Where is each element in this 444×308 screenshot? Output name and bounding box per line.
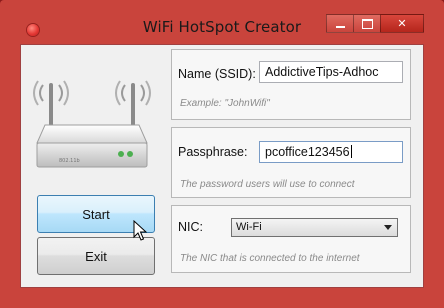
nic-group: NIC: Wi-Fi The NIC that is connected to … (171, 205, 411, 273)
passphrase-label: Passphrase: (178, 145, 248, 159)
close-button[interactable]: ✕ (380, 14, 424, 33)
nic-select[interactable]: Wi-Fi (231, 218, 398, 237)
passphrase-hint: The password users will use to connect (180, 179, 355, 190)
ssid-hint: Example: "JohnWifi" (180, 98, 270, 109)
ssid-group: Name (SSID): AddictiveTips-Adhoc Example… (171, 49, 411, 120)
nic-label: NIC: (178, 220, 203, 234)
maximize-button[interactable] (353, 14, 380, 33)
passphrase-input[interactable]: pcoffice123456 (259, 141, 403, 163)
text-caret (350, 145, 352, 158)
minimize-icon (335, 25, 345, 28)
window-controls: ✕ (326, 14, 424, 34)
chevron-down-icon (384, 225, 392, 230)
passphrase-value: pcoffice123456 (265, 145, 350, 159)
mouse-cursor-icon (133, 220, 147, 241)
ssid-label: Name (SSID): (178, 67, 256, 81)
nic-hint: The NIC that is connected to the interne… (180, 253, 360, 264)
exit-button[interactable]: Exit (37, 237, 155, 275)
passphrase-group: Passphrase: pcoffice123456 The password … (171, 127, 411, 198)
main-panel: 802.11b Start Exit Name (SSID): Addictiv… (20, 44, 424, 288)
close-icon: ✕ (397, 17, 407, 30)
ssid-input[interactable]: AddictiveTips-Adhoc (259, 61, 403, 83)
wifi-router-icon: 802.11b (33, 80, 151, 168)
maximize-icon (361, 18, 373, 29)
app-window: WiFi HotSpot Creator ✕ 802.11b Start Exi… (0, 0, 444, 308)
minimize-button[interactable] (326, 14, 353, 33)
nic-selected-value: Wi-Fi (236, 221, 262, 233)
title-bar[interactable]: WiFi HotSpot Creator ✕ (0, 0, 444, 44)
router-model-label: 802.11b (59, 158, 80, 164)
